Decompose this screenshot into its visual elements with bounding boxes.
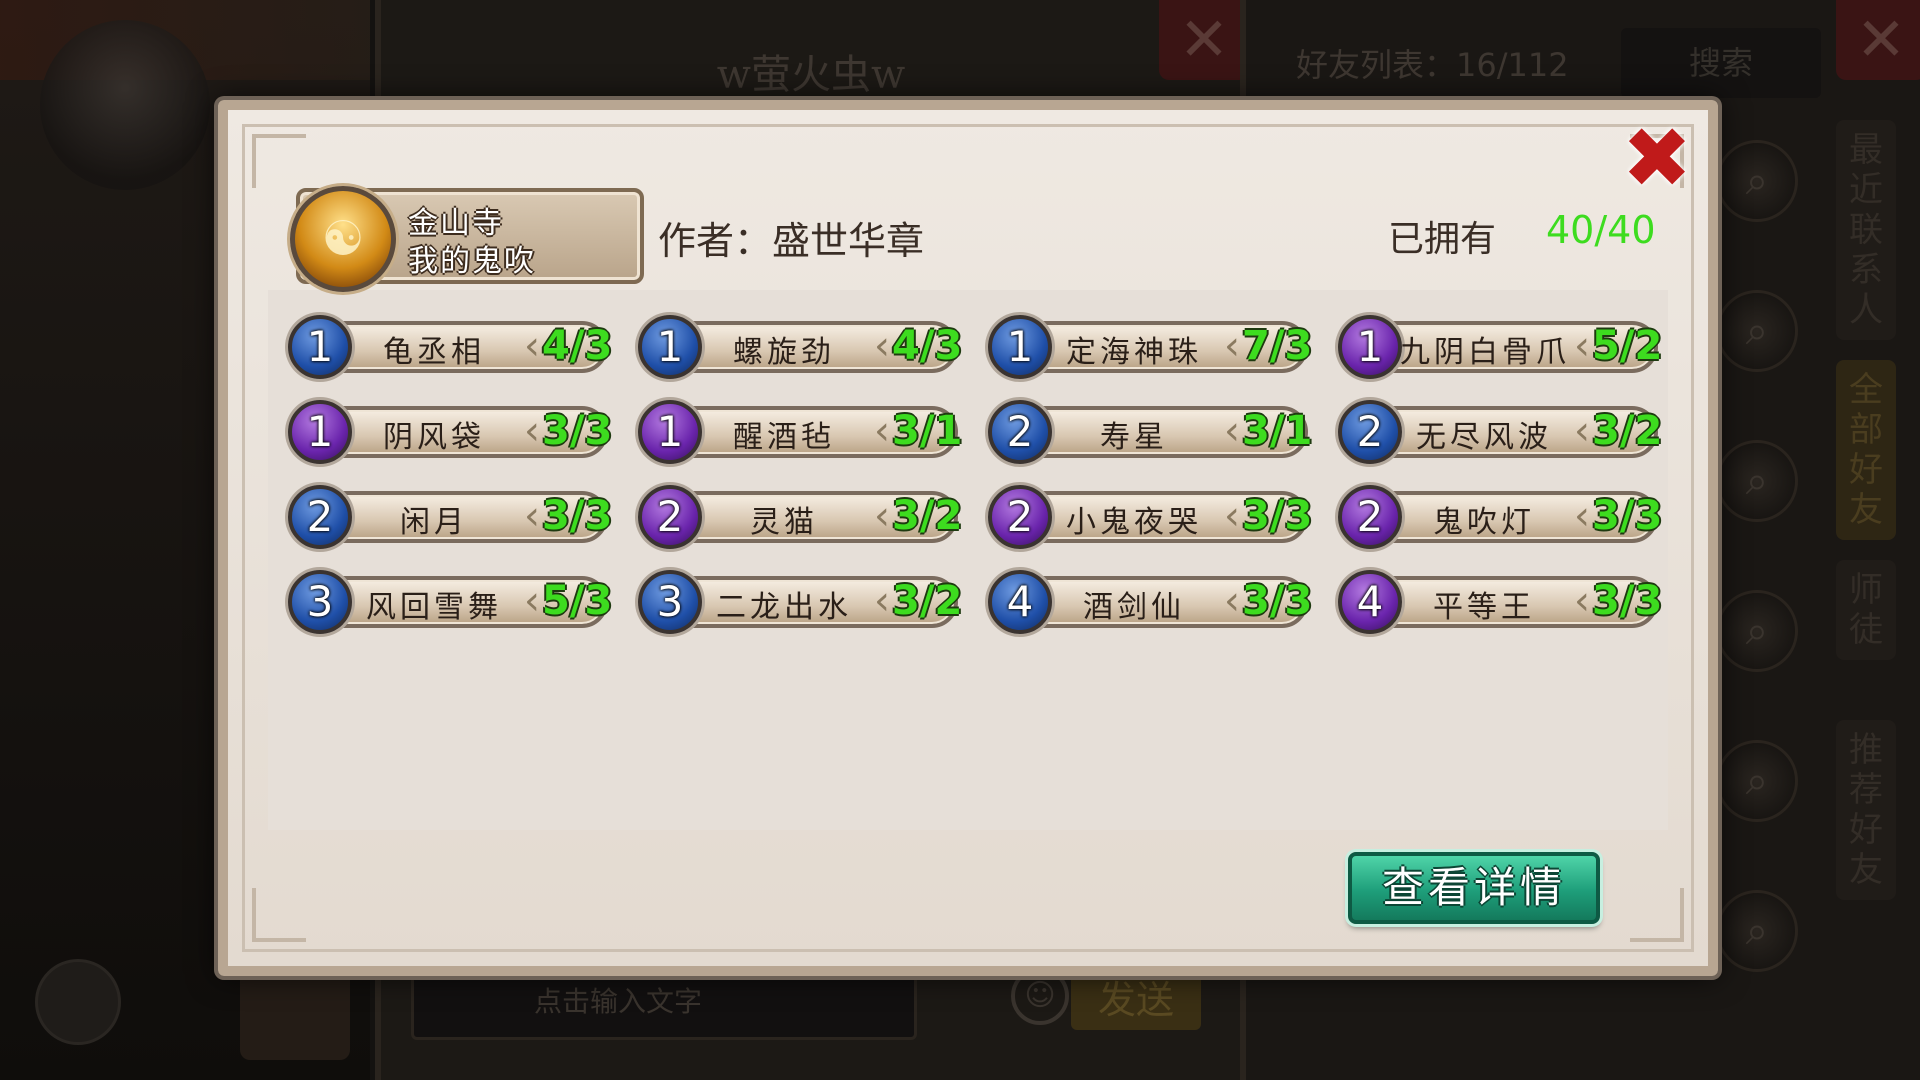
skill-card[interactable]: 1九阴白骨爪5/2 [1338, 315, 1662, 379]
skill-name: 鬼吹灯 [1433, 505, 1535, 540]
deck-dialog: ✖ 金山寺 我的鬼吹 作者：盛世华章 已拥有 40/40 1 龟丞相 4/3 1 螺旋劲… [218, 100, 1718, 976]
owned-count: 40/40 [1546, 208, 1656, 252]
skill-card[interactable]: 2 灵猫 3/2 [638, 485, 962, 549]
skill-count: 3/3 [524, 493, 614, 539]
skill-name: 龟丞相 [383, 335, 485, 370]
skill-card[interactable]: 4 酒剑仙 3/3 [988, 570, 1312, 634]
owned-label: 已拥有 [1388, 219, 1497, 260]
skill-name: 九阴白骨爪 [1400, 335, 1570, 370]
close-icon[interactable]: ✖ [1621, 116, 1693, 200]
tab-recommended-friends[interactable]: 推荐好友 [1836, 720, 1896, 900]
skill-card[interactable]: 1 龟丞相 4/3 [288, 315, 612, 379]
skill-card[interactable]: 1 醒酒毡 3/1 [638, 400, 962, 464]
skill-count: 5/2 [1574, 323, 1664, 369]
skill-card[interactable]: 2 小鬼夜哭 3/3 [988, 485, 1312, 549]
chat-bubble-icon[interactable] [35, 959, 121, 1045]
tab-label: 最近联系人 [1849, 130, 1883, 330]
skill-name: 平等王 [1433, 590, 1535, 625]
skill-card[interactable]: 4 平等王 3/3 [1338, 570, 1662, 634]
skill-level-badge: 1 [1338, 315, 1402, 379]
skill-name: 酒剑仙 [1083, 590, 1185, 625]
skill-count: 3/3 [1574, 493, 1664, 539]
skill-level-badge: 2 [288, 485, 352, 549]
skill-level-badge: 3 [288, 570, 352, 634]
skill-count: 3/2 [874, 578, 964, 624]
send-button[interactable]: 发送 [1071, 970, 1201, 1030]
skill-level-badge: 2 [1338, 485, 1402, 549]
skill-count: 3/3 [1224, 578, 1314, 624]
search-icon[interactable]: ⌕ [1716, 890, 1798, 972]
frame-corner [252, 134, 306, 188]
skill-level-badge: 4 [1338, 570, 1402, 634]
skill-level-badge: 2 [638, 485, 702, 549]
skill-count: 3/2 [874, 493, 964, 539]
player-avatar [40, 20, 210, 190]
deck-author: 作者：盛世华章 [658, 219, 925, 263]
skill-count: 3/3 [1224, 493, 1314, 539]
skill-name: 小鬼夜哭 [1066, 505, 1202, 540]
skill-card[interactable]: 3 风回雪舞 5/3 [288, 570, 612, 634]
skill-count: 4/3 [524, 323, 614, 369]
frame-corner [1630, 888, 1684, 942]
skill-level-badge: 2 [988, 485, 1052, 549]
skill-name: 风回雪舞 [366, 590, 502, 625]
skill-name: 寿星 [1100, 420, 1168, 455]
skill-count: 3/3 [1574, 578, 1664, 624]
skill-card[interactable]: 1 螺旋劲 4/3 [638, 315, 962, 379]
frame-corner [252, 888, 306, 942]
skill-name: 醒酒毡 [733, 420, 835, 455]
skill-card[interactable]: 2 鬼吹灯 3/3 [1338, 485, 1662, 549]
skill-level-badge: 2 [1338, 400, 1402, 464]
tab-label: 师徒 [1849, 570, 1883, 650]
skill-level-badge: 1 [288, 315, 352, 379]
tab-mentorship[interactable]: 师徒 [1836, 560, 1896, 660]
search-icon[interactable]: ⌕ [1716, 740, 1798, 822]
skill-level-badge: 1 [988, 315, 1052, 379]
skill-name: 阴风袋 [383, 420, 485, 455]
tab-label: 推荐好友 [1849, 730, 1883, 890]
skill-card[interactable]: 1 定海神珠 7/3 [988, 315, 1312, 379]
skill-count: 4/3 [874, 323, 964, 369]
skill-level-badge: 1 [638, 400, 702, 464]
skill-level-badge: 3 [638, 570, 702, 634]
skill-card[interactable]: 1 阴风袋 3/3 [288, 400, 612, 464]
skill-count: 3/3 [524, 408, 614, 454]
skill-level-badge: 4 [988, 570, 1052, 634]
skill-name: 螺旋劲 [733, 335, 835, 370]
view-details-button[interactable]: 查看详情 [1348, 852, 1600, 924]
skill-card[interactable]: 2 闲月 3/3 [288, 485, 612, 549]
search-button[interactable]: 搜索 [1621, 28, 1821, 98]
search-icon[interactable]: ⌕ [1716, 290, 1798, 372]
skill-card[interactable]: 2 无尽风波 3/2 [1338, 400, 1662, 464]
skill-card[interactable]: 2 寿星 3/1 [988, 400, 1312, 464]
tab-label: 全部好友 [1849, 370, 1883, 530]
skill-name: 灵猫 [750, 505, 818, 540]
tab-all-friends[interactable]: 全部好友 [1836, 360, 1896, 540]
skill-name: 二龙出水 [716, 590, 852, 625]
search-icon[interactable]: ⌕ [1716, 440, 1798, 522]
skill-count: 3/1 [1224, 408, 1314, 454]
friend-close-icon[interactable]: ✕ [1836, 0, 1920, 80]
skill-name: 无尽风波 [1416, 420, 1552, 455]
skill-count: 3/2 [1574, 408, 1664, 454]
skill-level-badge: 2 [988, 400, 1052, 464]
skill-count: 7/3 [1224, 323, 1314, 369]
skill-card[interactable]: 3 二龙出水 3/2 [638, 570, 962, 634]
skill-count: 3/1 [874, 408, 964, 454]
skill-count: 5/3 [524, 578, 614, 624]
skill-level-badge: 1 [288, 400, 352, 464]
deck-emblem-icon [290, 186, 396, 292]
search-icon[interactable]: ⌕ [1716, 590, 1798, 672]
friend-list-title: 好友列表：16/112 [1296, 46, 1569, 84]
chat-title: w萤火虫w [716, 52, 906, 98]
skill-name: 闲月 [400, 505, 468, 540]
search-icon[interactable]: ⌕ [1716, 140, 1798, 222]
skill-level-badge: 1 [638, 315, 702, 379]
deck-badge[interactable]: 金山寺 我的鬼吹 [290, 186, 644, 292]
skill-name: 定海神珠 [1066, 335, 1202, 370]
deck-name: 我的鬼吹 [408, 244, 536, 279]
tab-recent-contacts[interactable]: 最近联系人 [1836, 120, 1896, 340]
chat-close-icon[interactable]: ✕ [1159, 0, 1249, 80]
